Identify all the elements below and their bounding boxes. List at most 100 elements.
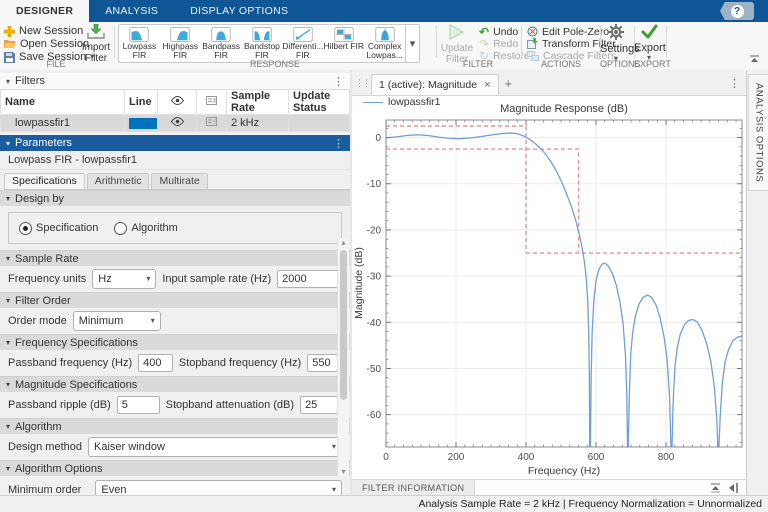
- filter-designer-app: DESIGNER ANALYSIS DISPLAY OPTIONS ? New …: [0, 0, 768, 512]
- filters-panel-header[interactable]: ▾ Filters ⋮: [0, 73, 350, 90]
- bandpass-icon: [211, 27, 231, 42]
- frequency-units-dropdown[interactable]: Hz ▾: [92, 269, 157, 289]
- export-button[interactable]: Export ▾: [634, 24, 666, 62]
- filter-row-lowpassfir1[interactable]: lowpassfir1 2 kHz: [0, 114, 350, 132]
- svg-text:-30: -30: [367, 272, 382, 283]
- col-visibility[interactable]: [157, 90, 197, 115]
- bandpass-fir-button[interactable]: Bandpass FIR: [201, 25, 242, 62]
- plot-panel: ⋮⋮ 1 (active): Magnitude × + ⋮ lowpassfi…: [352, 70, 746, 495]
- edit-pole-zero-button[interactable]: Edit Pole-Zero: [527, 26, 609, 38]
- tab-display-options[interactable]: DISPLAY OPTIONS: [174, 0, 304, 22]
- algorithm-options-section-header[interactable]: ▾ Algorithm Options: [0, 460, 350, 476]
- scroll-down-icon[interactable]: ▾: [338, 467, 349, 477]
- eye-icon: [170, 117, 184, 126]
- complex-lowpass-icon: [374, 27, 395, 42]
- new-figure-icon[interactable]: +: [505, 76, 513, 91]
- passband-ripple-field[interactable]: 5: [116, 396, 160, 414]
- col-update-status[interactable]: Update Status: [288, 90, 350, 115]
- undo-icon: ↶: [479, 24, 490, 39]
- parameters-scrollbar[interactable]: ▴ ▾: [337, 238, 349, 477]
- lowpass-fir-button[interactable]: Lowpass FIR: [119, 25, 160, 62]
- parameters-panel-title: Parameters: [15, 137, 72, 149]
- stopband-attenuation-field[interactable]: 25: [300, 396, 342, 414]
- col-name[interactable]: Name: [0, 90, 125, 115]
- input-sample-rate-label: Input sample rate (Hz): [162, 273, 272, 285]
- tab-analysis[interactable]: ANALYSIS: [89, 0, 174, 22]
- import-filter-icon: [87, 23, 105, 39]
- new-session-button[interactable]: New Session: [4, 25, 83, 37]
- bandstop-icon: [252, 27, 272, 42]
- hilbert-icon: [334, 27, 354, 42]
- gear-icon: [608, 24, 624, 40]
- complex-lowpass-fir-button[interactable]: Complex Lowpas...: [364, 25, 405, 62]
- right-strip: ANALYSIS OPTIONS: [746, 70, 768, 495]
- redo-button[interactable]: ↷ Redo: [479, 38, 518, 50]
- expand-panel-icon[interactable]: [710, 483, 721, 493]
- analysis-options-tab[interactable]: ANALYSIS OPTIONS: [748, 74, 768, 191]
- parameters-panel-header[interactable]: ▾ Parameters ⋮: [0, 135, 350, 151]
- filter-line-cell[interactable]: [124, 114, 158, 132]
- filters-menu-icon[interactable]: ⋮: [333, 75, 344, 88]
- sample-rate-section-header[interactable]: ▾ Sample Rate: [0, 250, 350, 266]
- help-icon: ?: [730, 4, 744, 18]
- filter-order-section-header[interactable]: ▾ Filter Order: [0, 292, 350, 308]
- differentiator-fir-button[interactable]: Differenti... FIR: [282, 25, 323, 62]
- drag-grip-icon[interactable]: ⋮⋮: [355, 78, 371, 89]
- tab-designer[interactable]: DESIGNER: [0, 0, 90, 22]
- hilbert-fir-button[interactable]: Hilbert FIR: [323, 25, 364, 62]
- collapse-triangle-icon: ▾: [6, 464, 11, 473]
- radio-algorithm[interactable]: Algorithm: [114, 221, 178, 235]
- order-mode-dropdown[interactable]: Minimum ▾: [72, 311, 161, 331]
- stopband-frequency-label: Stopband frequency (Hz): [178, 357, 302, 369]
- algorithm-section-header[interactable]: ▾ Algorithm: [0, 418, 350, 434]
- scrollbar-thumb[interactable]: [340, 250, 347, 400]
- undo-button[interactable]: ↶ Undo: [479, 24, 518, 39]
- options-section-label: OPTIONS: [600, 59, 641, 69]
- differentiator-icon: [293, 27, 313, 42]
- figure-tab-magnitude[interactable]: 1 (active): Magnitude ×: [371, 74, 499, 95]
- design-by-section-header[interactable]: ▾ Design by: [0, 190, 350, 206]
- design-method-dropdown[interactable]: Kaiser window ▾: [88, 437, 342, 457]
- tab-arithmetic[interactable]: Arithmetic: [86, 173, 150, 189]
- settings-button[interactable]: Settings ▾: [600, 24, 640, 63]
- x-axis-label: Frequency (Hz): [528, 465, 600, 477]
- radio-specification[interactable]: Specification: [19, 221, 98, 235]
- gallery-expand-button[interactable]: ▾: [405, 25, 419, 62]
- filter-sample-rate-cell[interactable]: 2 kHz: [226, 114, 289, 132]
- parameters-tabs: Specifications Arithmetic Multirate: [4, 173, 350, 190]
- y-axis-label: Magnitude (dB): [353, 247, 365, 319]
- chevron-down-icon: ▾: [150, 316, 155, 325]
- input-sample-rate-field[interactable]: 2000: [277, 270, 342, 288]
- dock-panel-icon[interactable]: [729, 482, 738, 493]
- filter-legend-cell[interactable]: [196, 114, 227, 132]
- svg-text:-10: -10: [367, 179, 382, 190]
- tab-specifications[interactable]: Specifications: [4, 173, 85, 189]
- col-legend[interactable]: [196, 90, 227, 115]
- passband-ripple-label: Passband ripple (dB): [8, 399, 111, 411]
- magnitude-response-chart[interactable]: Magnitude Response (dB) Frequency (Hz) M…: [352, 95, 746, 480]
- filters-panel-title: Filters: [15, 75, 45, 87]
- collapse-ribbon-icon[interactable]: [749, 55, 760, 67]
- close-icon[interactable]: ×: [484, 79, 490, 91]
- collapse-triangle-icon: ▾: [6, 138, 11, 148]
- import-filter-button[interactable]: Import Filter: [80, 23, 112, 64]
- filter-update-status-cell[interactable]: [288, 114, 350, 132]
- passband-frequency-field[interactable]: 400: [138, 354, 173, 372]
- col-sample-rate[interactable]: Sample Rate: [226, 90, 289, 115]
- filter-name-cell[interactable]: lowpassfir1: [0, 114, 125, 132]
- filter-information-tab[interactable]: FILTER INFORMATION: [352, 480, 476, 495]
- frequency-specs-section-header[interactable]: ▾ Frequency Specifications: [0, 334, 350, 350]
- svg-text:400: 400: [518, 452, 535, 463]
- filter-visibility-cell[interactable]: [157, 114, 197, 132]
- tab-multirate[interactable]: Multirate: [151, 173, 208, 189]
- parameters-menu-icon[interactable]: ⋮: [333, 137, 344, 150]
- open-session-button[interactable]: Open Session: [4, 38, 89, 50]
- magnitude-specs-section-header[interactable]: ▾ Magnitude Specifications: [0, 376, 350, 392]
- figure-menu-icon[interactable]: ⋮: [729, 77, 740, 90]
- scroll-up-icon[interactable]: ▴: [338, 238, 349, 248]
- line-color-swatch[interactable]: [129, 117, 157, 129]
- bandstop-fir-button[interactable]: Bandstop FIR: [242, 25, 283, 62]
- help-button[interactable]: ?: [720, 2, 754, 20]
- col-line[interactable]: Line: [124, 90, 158, 115]
- highpass-fir-button[interactable]: Highpass FIR: [160, 25, 201, 62]
